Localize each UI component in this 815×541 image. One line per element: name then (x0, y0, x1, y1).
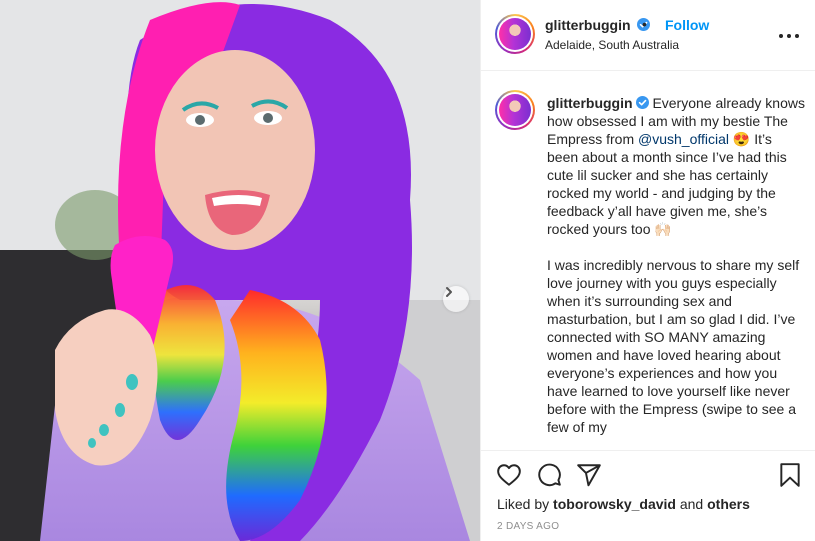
liked-by-others[interactable]: others (707, 496, 750, 512)
caption-avatar[interactable] (495, 90, 535, 130)
post-caption: glitterbuggin Everyone already knows how… (547, 94, 805, 450)
avatar[interactable] (495, 14, 535, 54)
location-link[interactable]: Adelaide, South Australia (545, 38, 679, 52)
post-photo (0, 0, 480, 541)
verified-badge-icon (635, 96, 649, 109)
next-image-button[interactable] (443, 286, 469, 312)
header-username[interactable]: glitterbuggin (545, 17, 651, 33)
post-actions: Liked by toborowsky_david and others 2 D… (481, 450, 815, 541)
likes-summary[interactable]: Liked by toborowsky_david and others (497, 496, 750, 512)
raised-hands-emoji: 🙌🏻 (654, 221, 672, 237)
separator-dot: • (642, 16, 647, 32)
post-timestamp[interactable]: 2 DAYS AGO (497, 521, 559, 532)
comments-area[interactable]: glitterbuggin Everyone already knows how… (481, 71, 815, 450)
post-header: glitterbuggin • Follow Adelaide, South A… (481, 0, 815, 71)
follow-button[interactable]: Follow (665, 17, 709, 33)
bookmark-icon[interactable] (777, 462, 803, 488)
share-icon[interactable] (576, 462, 602, 488)
heart-eyes-emoji: 😍 (732, 131, 751, 147)
caption-paragraph-2: I was incredibly nervous to share my sel… (547, 257, 800, 435)
caption-username[interactable]: glitterbuggin (547, 95, 633, 111)
comment-icon[interactable] (536, 462, 562, 488)
liked-by-user[interactable]: toborowsky_david (553, 496, 676, 512)
chevron-right-icon (446, 287, 452, 297)
mention-link[interactable]: @vush_official (638, 131, 729, 147)
heart-icon[interactable] (496, 462, 522, 488)
post-details-panel: glitterbuggin • Follow Adelaide, South A… (480, 0, 815, 541)
more-options-icon[interactable] (779, 28, 799, 44)
post-media[interactable] (0, 0, 480, 541)
